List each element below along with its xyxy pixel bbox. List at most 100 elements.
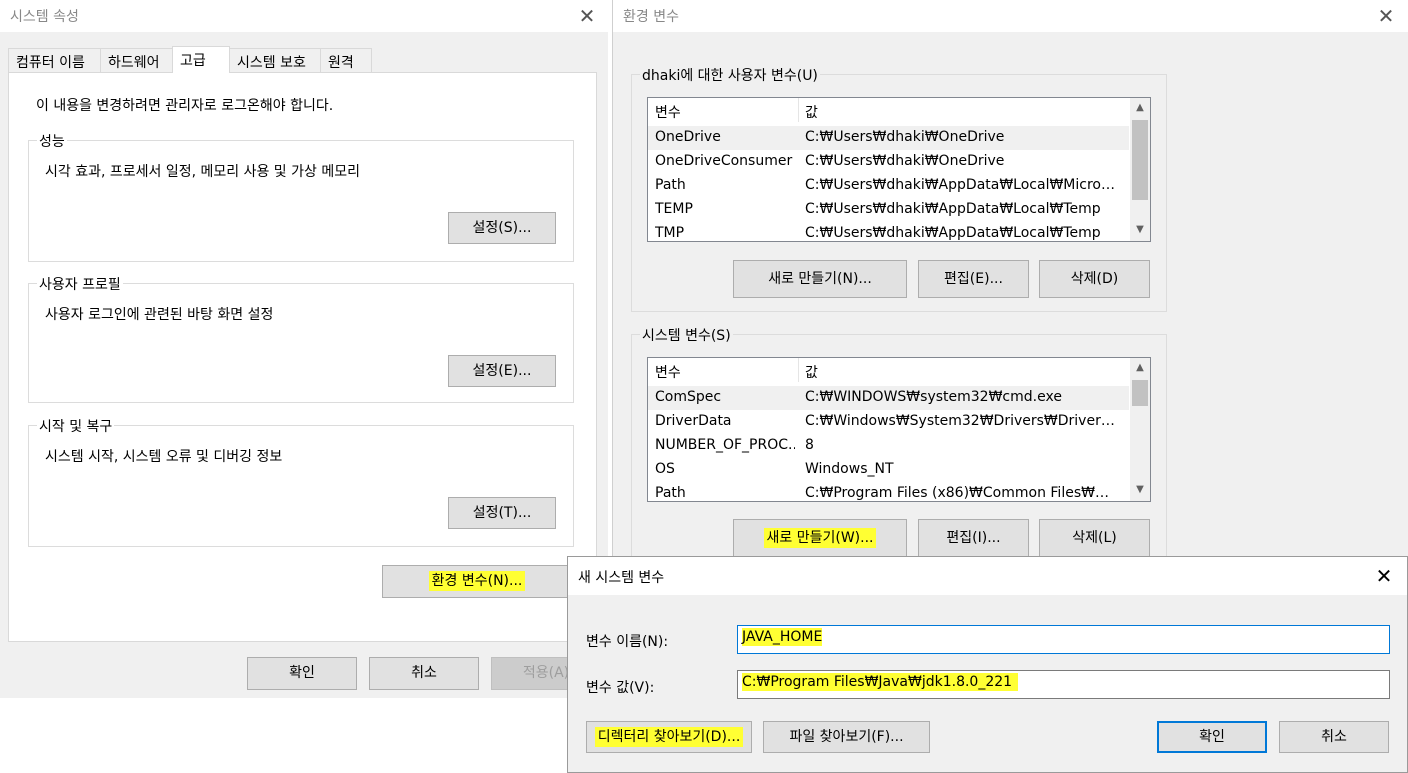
table-row[interactable]: OS Windows_NT xyxy=(648,458,1129,482)
system-delete-button[interactable]: 삭제(L) xyxy=(1039,519,1150,557)
column-name-header[interactable]: 변수 xyxy=(655,102,681,122)
startup-recovery-settings-button[interactable]: 설정(T)... xyxy=(448,497,556,529)
close-icon[interactable]: ✕ xyxy=(564,0,608,32)
column-value-header[interactable]: 값 xyxy=(805,102,818,122)
system-new-button-label: 새로 만들기(W)... xyxy=(763,528,877,548)
user-variables-list[interactable]: 변수 값 OneDrive C:₩Users₩dhaki₩OneDrive One… xyxy=(647,97,1151,242)
variable-value: C:₩Users₩dhaki₩AppData₩Local₩Temp xyxy=(805,225,1101,241)
user-profiles-desc: 사용자 로그인에 관련된 바탕 화면 설정 xyxy=(45,307,274,323)
table-row[interactable]: TMP C:₩Users₩dhaki₩AppData₩Local₩Temp xyxy=(648,222,1129,241)
variable-value: C:₩Program Files (x86)₩Common Files₩Orac… xyxy=(805,485,1119,501)
browse-directory-button[interactable]: 디렉터리 찾아보기(D)... xyxy=(586,721,752,753)
table-row[interactable]: OneDriveConsumer C:₩Users₩dhaki₩OneDrive xyxy=(648,150,1129,174)
list-header: 변수 값 xyxy=(648,98,1128,122)
tab-system-protection[interactable]: 시스템 보호 xyxy=(229,48,321,72)
performance-label: 성능 xyxy=(37,131,67,151)
variable-name: TMP xyxy=(655,225,685,241)
system-variables-list[interactable]: 변수 값 ComSpec C:₩WINDOWS₩system32₩cmd.exe … xyxy=(647,357,1151,502)
table-row[interactable]: Path C:₩Users₩dhaki₩AppData₩Local₩Microso… xyxy=(648,174,1129,198)
tab-computer-name[interactable]: 컴퓨터 이름 xyxy=(8,48,101,72)
table-row[interactable]: Path C:₩Program Files (x86)₩Common Files₩… xyxy=(648,482,1129,501)
environment-variables-button[interactable]: 환경 변수(N)... xyxy=(382,565,572,598)
system-edit-button[interactable]: 편집(I)... xyxy=(918,519,1029,557)
admin-notice: 이 내용을 변경하려면 관리자로 로그온해야 합니다. xyxy=(36,98,334,114)
environment-variables-titlebar: 환경 변수 ✕ xyxy=(613,0,1408,32)
new-system-variable-title: 새 시스템 변수 xyxy=(578,570,665,586)
scroll-down-arrow-icon[interactable]: ▼ xyxy=(1130,221,1150,239)
close-icon[interactable]: ✕ xyxy=(1361,560,1407,592)
variable-value-input[interactable]: C:₩Program Files₩Java₩jdk1.8.0_221 xyxy=(737,670,1390,699)
table-row[interactable]: TEMP C:₩Users₩dhaki₩AppData₩Local₩Temp xyxy=(648,198,1129,222)
tab-hardware[interactable]: 하드웨어 xyxy=(100,48,173,72)
variable-name: Path xyxy=(655,177,686,193)
user-edit-button[interactable]: 편집(E)... xyxy=(918,260,1029,298)
performance-group: 성능 시각 효과, 프로세서 일정, 메모리 사용 및 가상 메모리 설정(S)… xyxy=(28,131,574,262)
system-properties-title: 시스템 속성 xyxy=(10,9,79,25)
scroll-up-arrow-icon[interactable]: ▲ xyxy=(1130,359,1150,377)
variable-name: OneDrive xyxy=(655,129,721,145)
variable-name: DriverData xyxy=(655,413,732,429)
new-variable-ok-button[interactable]: 확인 xyxy=(1157,721,1267,753)
scroll-down-arrow-icon[interactable]: ▼ xyxy=(1130,481,1150,499)
performance-settings-button[interactable]: 설정(S)... xyxy=(448,212,556,244)
scroll-thumb[interactable] xyxy=(1132,120,1148,200)
user-new-button[interactable]: 새로 만들기(N)... xyxy=(733,260,907,298)
variable-name: OS xyxy=(655,461,675,477)
variable-name-input[interactable]: JAVA_HOME xyxy=(737,625,1390,654)
system-new-button[interactable]: 새로 만들기(W)... xyxy=(733,519,907,557)
user-profiles-settings-button[interactable]: 설정(E)... xyxy=(448,355,556,387)
environment-variables-title: 환경 변수 xyxy=(623,9,679,25)
scroll-thumb[interactable] xyxy=(1132,380,1148,406)
variable-value: C:₩Windows₩System32₩Drivers₩DriverData xyxy=(805,413,1119,429)
variable-name-label: 변수 이름(N): xyxy=(586,634,669,650)
column-separator xyxy=(798,358,799,382)
variable-value: 8 xyxy=(805,437,814,453)
environment-variables-button-label: 환경 변수(N)... xyxy=(428,571,526,591)
vertical-scrollbar[interactable]: ▲ ▼ xyxy=(1130,358,1150,501)
table-row[interactable]: DriverData C:₩Windows₩System32₩Drivers₩Dr… xyxy=(648,410,1129,434)
table-row[interactable]: ComSpec C:₩WINDOWS₩system32₩cmd.exe xyxy=(648,386,1129,410)
performance-desc: 시각 효과, 프로세서 일정, 메모리 사용 및 가상 메모리 xyxy=(45,164,360,180)
column-value-header[interactable]: 값 xyxy=(805,362,818,382)
close-icon[interactable]: ✕ xyxy=(1363,0,1408,32)
column-separator xyxy=(798,98,799,122)
system-variables-label: 시스템 변수(S) xyxy=(640,325,733,345)
system-properties-cancel-button[interactable]: 취소 xyxy=(369,657,479,690)
new-variable-cancel-button[interactable]: 취소 xyxy=(1279,721,1389,753)
tab-remote[interactable]: 원격 xyxy=(320,48,372,72)
variable-name: Path xyxy=(655,485,686,501)
advanced-tab-panel: 이 내용을 변경하려면 관리자로 로그온해야 합니다. 성능 시각 효과, 프로… xyxy=(8,72,597,642)
variable-value: C:₩Users₩dhaki₩AppData₩Local₩Temp xyxy=(805,201,1101,217)
variable-name: ComSpec xyxy=(655,389,722,405)
new-system-variable-titlebar: 새 시스템 변수 ✕ xyxy=(568,557,1407,595)
list-header: 변수 값 xyxy=(648,358,1128,382)
startup-recovery-group: 시작 및 복구 시스템 시작, 시스템 오류 및 디버깅 정보 설정(T)... xyxy=(28,416,574,547)
variable-name: OneDriveConsumer xyxy=(655,153,793,169)
browse-file-button[interactable]: 파일 찾아보기(F)... xyxy=(763,721,930,753)
tab-advanced[interactable]: 고급 xyxy=(172,46,230,73)
system-properties-titlebar: 시스템 속성 ✕ xyxy=(0,0,608,32)
column-name-header[interactable]: 변수 xyxy=(655,362,681,382)
vertical-scrollbar[interactable]: ▲ ▼ xyxy=(1130,98,1150,241)
system-properties-window: 시스템 속성 ✕ 컴퓨터 이름 하드웨어 고급 시스템 보호 원격 이 내용을 … xyxy=(0,0,608,698)
startup-recovery-label: 시작 및 복구 xyxy=(37,416,115,436)
variable-name: TEMP xyxy=(655,201,693,217)
user-delete-button[interactable]: 삭제(D) xyxy=(1039,260,1150,298)
startup-recovery-desc: 시스템 시작, 시스템 오류 및 디버깅 정보 xyxy=(45,449,283,465)
variable-name: NUMBER_OF_PROC... xyxy=(655,437,795,453)
variable-value-label: 변수 값(V): xyxy=(586,680,655,696)
variable-value: C:₩Users₩dhaki₩OneDrive xyxy=(805,129,1005,145)
scroll-up-arrow-icon[interactable]: ▲ xyxy=(1130,99,1150,117)
table-row[interactable]: OneDrive C:₩Users₩dhaki₩OneDrive xyxy=(648,126,1129,150)
variable-value: Windows_NT xyxy=(805,461,894,477)
table-row[interactable]: NUMBER_OF_PROC... 8 xyxy=(648,434,1129,458)
system-properties-ok-button[interactable]: 확인 xyxy=(247,657,357,690)
variable-name-value: JAVA_HOME xyxy=(742,628,823,646)
user-profiles-label: 사용자 프로필 xyxy=(37,274,123,294)
variable-value: C:₩WINDOWS₩system32₩cmd.exe xyxy=(805,389,1062,405)
user-variables-label: dhaki에 대한 사용자 변수(U) xyxy=(640,65,820,85)
variable-value: C:₩Users₩dhaki₩AppData₩Local₩Microsoft..… xyxy=(805,177,1119,193)
variable-value: C:₩Users₩dhaki₩OneDrive xyxy=(805,153,1005,169)
environment-variables-window: 환경 변수 ✕ dhaki에 대한 사용자 변수(U) 변수 값 OneDriv… xyxy=(612,0,1408,560)
user-profiles-group: 사용자 프로필 사용자 로그인에 관련된 바탕 화면 설정 설정(E)... xyxy=(28,274,574,403)
